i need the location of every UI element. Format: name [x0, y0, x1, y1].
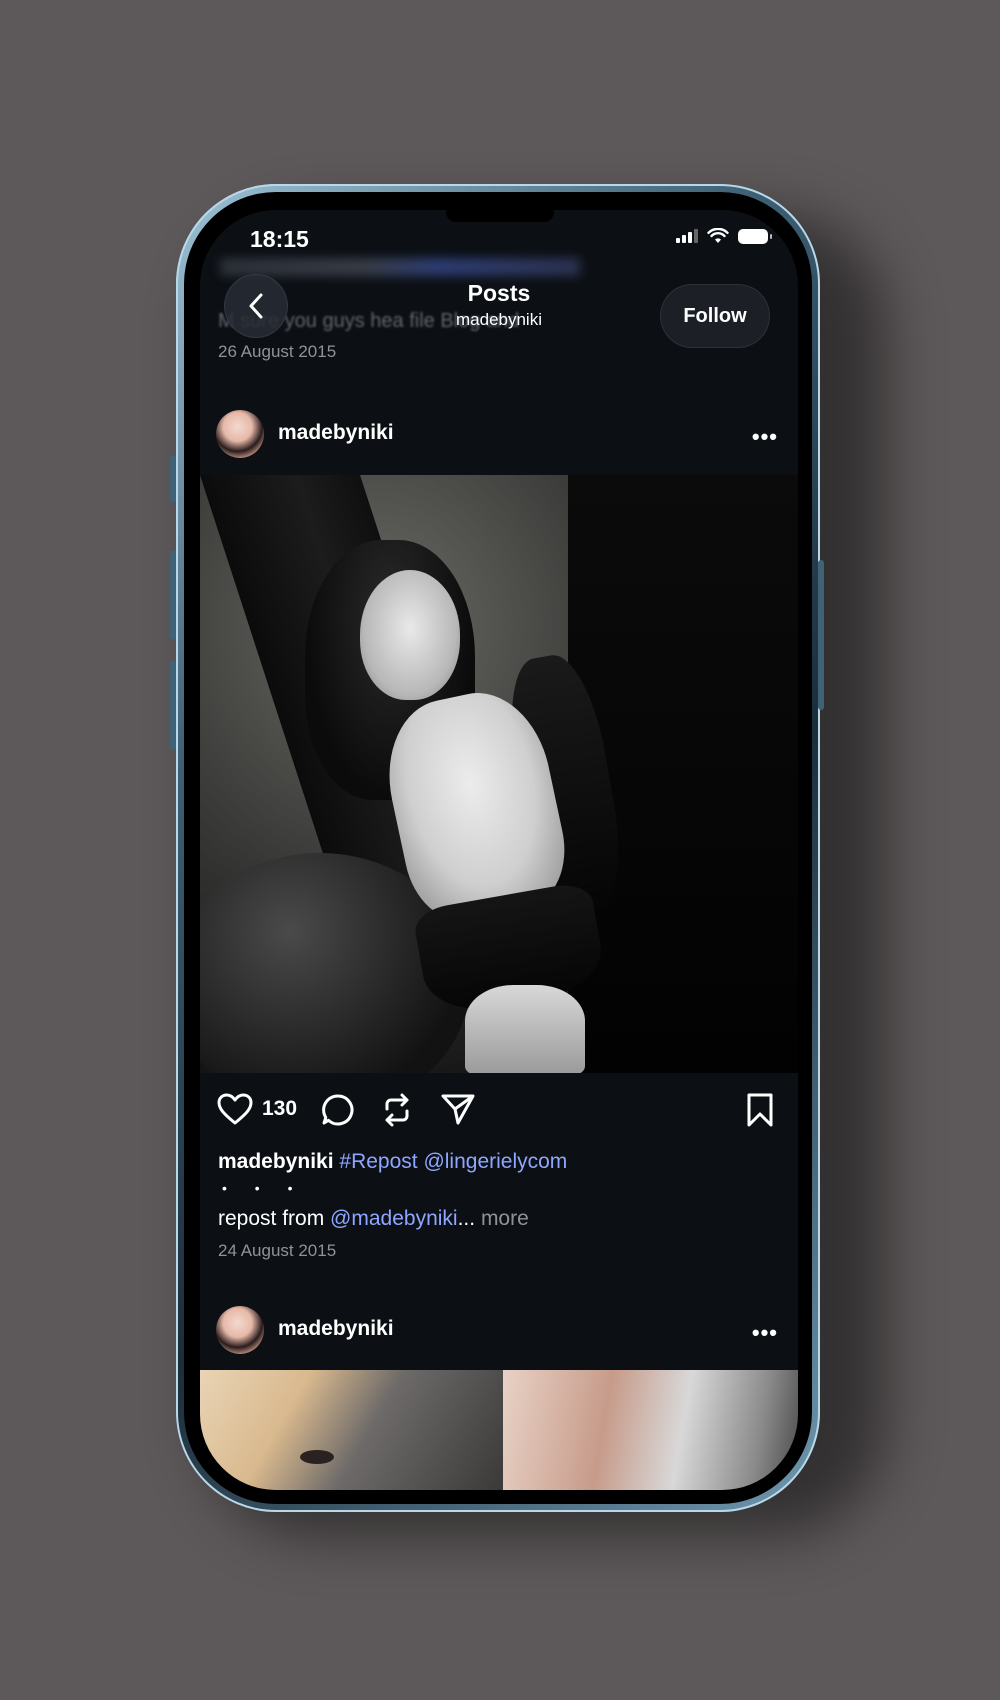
bookmark-button[interactable] [745, 1092, 775, 1128]
post-actions: 130 [200, 1086, 798, 1136]
next-post-header: madebyniki ••• [200, 1300, 798, 1360]
send-icon [441, 1094, 475, 1125]
comment-icon [322, 1094, 354, 1126]
post-caption-line2: repost from @madebyniki... more [218, 1207, 529, 1231]
post-username[interactable]: madebyniki [278, 421, 394, 445]
cellular-signal-icon [676, 229, 698, 243]
like-count: 130 [262, 1097, 298, 1120]
status-icons [676, 228, 772, 244]
caption-dots: • • • [222, 1180, 305, 1196]
caption-username[interactable]: madebyniki [218, 1150, 334, 1173]
header: M sure you guys hea file Blog and Posts … [200, 260, 798, 350]
next-post-more-dots-icon[interactable]: ••• [752, 1320, 778, 1346]
screen: 18:15 M sure you guys hea file Blog and [200, 210, 798, 1490]
battery-icon [738, 228, 772, 244]
comment-button[interactable] [320, 1092, 356, 1128]
avatar[interactable] [216, 410, 264, 458]
caption-ellipsis: ... [457, 1207, 481, 1230]
post-date: 24 August 2015 [218, 1241, 337, 1260]
more-dots-icon[interactable]: ••• [752, 424, 778, 450]
stage: 18:15 M sure you guys hea file Blog and [0, 0, 1000, 1700]
caption-mention[interactable]: @madebyniki [330, 1207, 458, 1230]
caption-more-link[interactable]: more [481, 1207, 529, 1230]
power-button [818, 560, 824, 710]
bookmark-icon [747, 1093, 773, 1127]
side-button [170, 455, 176, 503]
next-post-username[interactable]: madebyniki [278, 1317, 394, 1341]
post-image[interactable] [200, 475, 798, 1073]
wifi-icon [707, 228, 729, 243]
next-post-images[interactable] [200, 1370, 798, 1490]
post-caption: madebyniki #Repost @lingerielycom [218, 1150, 778, 1174]
share-button[interactable] [440, 1092, 476, 1126]
notch [446, 210, 554, 222]
repost-icon [385, 1093, 409, 1127]
page-subtitle: madebyniki [456, 310, 542, 329]
next-post-image-right[interactable] [503, 1370, 798, 1490]
post-header: madebyniki ••• [200, 404, 798, 464]
like-action[interactable]: 130 [216, 1092, 297, 1126]
repost-button[interactable] [380, 1092, 414, 1128]
caption-tags[interactable]: #Repost @lingerielycom [339, 1150, 567, 1173]
volume-up-button [170, 550, 176, 640]
avatar[interactable] [216, 1306, 264, 1354]
caption-text: repost from [218, 1207, 331, 1230]
status-time: 18:15 [250, 226, 309, 252]
next-post-image-left[interactable] [200, 1370, 503, 1490]
heart-icon [217, 1093, 253, 1125]
volume-down-button [170, 660, 176, 750]
